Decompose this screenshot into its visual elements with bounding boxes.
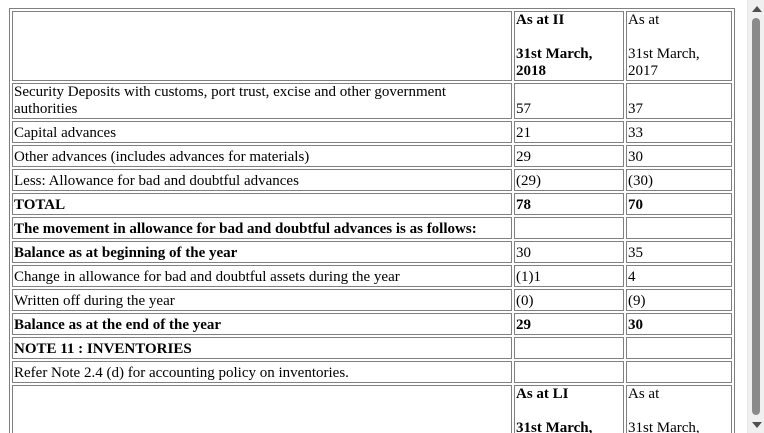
value-2017 — [626, 217, 732, 239]
header-row: As at II 31st March, 2018 As at 31st Mar… — [12, 11, 732, 81]
table-row: Other advances (includes advances for ma… — [12, 145, 732, 167]
row-label: Balance as at the end of the year — [12, 313, 512, 335]
arrow-up-icon[interactable] — [748, 0, 764, 17]
header-2017-line1: As at — [628, 12, 660, 28]
row-label: TOTAL — [12, 193, 512, 215]
table-row: Capital advances 21 33 — [12, 121, 732, 143]
value-2018: (0) — [514, 289, 624, 311]
row-label: Capital advances — [12, 121, 512, 143]
value-2018: 30 — [514, 241, 624, 263]
value-2017: 30 — [626, 313, 732, 335]
table-row: Balance as at beginning of the year 30 3… — [12, 241, 732, 263]
header-2017-cell: As at 31st March, 2017 — [626, 11, 732, 81]
total-row: TOTAL 78 70 — [12, 193, 732, 215]
value-2018: 29 — [514, 313, 624, 335]
table-row: Change in allowance for bad and doubtful… — [12, 265, 732, 287]
row-label: Other advances (includes advances for ma… — [12, 145, 512, 167]
value-2017: 37 — [626, 83, 732, 119]
value-2017: 70 — [626, 193, 732, 215]
arrow-down-icon[interactable] — [748, 416, 764, 433]
scrollbar-thumb[interactable] — [752, 18, 760, 415]
header-2017-line2: 31st March, — [628, 46, 700, 62]
table-row: Written off during the year (0) (9) — [12, 289, 732, 311]
header2-col1-cell: As at LI 31st March, — [514, 385, 624, 433]
header-row-2: As at LI 31st March, As at 31st March, — [12, 385, 732, 433]
header2-col2-line1: As at — [628, 386, 660, 402]
header-blank-cell — [12, 11, 512, 81]
header-2018-cell: As at II 31st March, 2018 — [514, 11, 624, 81]
header-2018-line2: 31st March, — [516, 46, 593, 62]
table-row: Refer Note 2.4 (d) for accounting policy… — [12, 361, 732, 383]
value-2017 — [626, 337, 732, 359]
header2-col1-line1: As at LI — [516, 386, 569, 402]
vertical-scrollbar[interactable] — [747, 0, 764, 433]
value-2017 — [626, 361, 732, 383]
row-label: Balance as at beginning of the year — [12, 241, 512, 263]
header-2018-line3: 2018 — [516, 63, 546, 79]
row-label-line1: Security Deposits with customs, port tru… — [14, 84, 447, 100]
value-2018 — [514, 217, 624, 239]
value-2017: (9) — [626, 289, 732, 311]
value-2017: 30 — [626, 145, 732, 167]
note-heading-row: NOTE 11 : INVENTORIES — [12, 337, 732, 359]
header2-col2-cell: As at 31st March, — [626, 385, 732, 433]
row-label-line2: authorities — [14, 101, 78, 117]
table-row: Balance as at the end of the year 29 30 — [12, 313, 732, 335]
table-row: Less: Allowance for bad and doubtful adv… — [12, 169, 732, 191]
row-label: Security Deposits with customs, port tru… — [12, 83, 512, 119]
table-row: Security Deposits with customs, port tru… — [12, 83, 732, 119]
section-heading-row: The movement in allowance for bad and do… — [12, 217, 732, 239]
row-label: NOTE 11 : INVENTORIES — [12, 337, 512, 359]
row-label: Less: Allowance for bad and doubtful adv… — [12, 169, 512, 191]
value-2018: (1)1 — [514, 265, 624, 287]
value-2017: 35 — [626, 241, 732, 263]
value-2018 — [514, 361, 624, 383]
header2-col1-line2: 31st March, — [516, 420, 593, 433]
value-2017: (30) — [626, 169, 732, 191]
document-viewport: As at II 31st March, 2018 As at 31st Mar… — [0, 0, 747, 433]
row-label: Written off during the year — [12, 289, 512, 311]
value-2018: 29 — [514, 145, 624, 167]
header2-col2-line2: 31st March, — [628, 420, 700, 433]
value-2018: (29) — [514, 169, 624, 191]
header-2018-line1: As at II — [516, 12, 565, 28]
value-2017: 4 — [626, 265, 732, 287]
financial-table: As at II 31st March, 2018 As at 31st Mar… — [9, 8, 735, 433]
value-2018 — [514, 337, 624, 359]
value-2018: 78 — [514, 193, 624, 215]
row-label: The movement in allowance for bad and do… — [12, 217, 512, 239]
row-label: Refer Note 2.4 (d) for accounting policy… — [12, 361, 512, 383]
header-2017-line3: 2017 — [628, 63, 658, 79]
value-2017: 33 — [626, 121, 732, 143]
header-blank-cell — [12, 385, 512, 433]
value-2018: 21 — [514, 121, 624, 143]
value-2018: 57 — [514, 83, 624, 119]
row-label: Change in allowance for bad and doubtful… — [12, 265, 512, 287]
